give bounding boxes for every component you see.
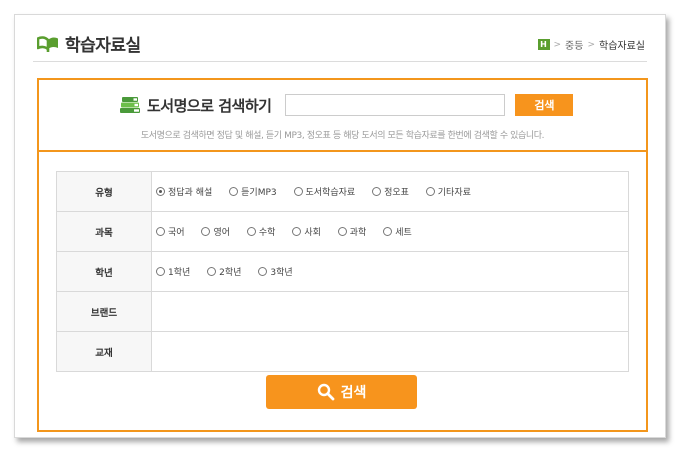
filter-row-subject: 과목 국어 영어 수학 사회 과학 세트 [56,211,629,252]
radio-label: 세트 [395,227,412,238]
search-icon [317,383,335,401]
radio-unchecked-icon[interactable] [293,186,303,196]
radio-unchecked-icon[interactable] [229,186,239,196]
open-book-logo-icon [37,35,58,52]
filter-search-button-label: 검색 [340,385,367,401]
filter-row-brand: 브랜드 [56,291,629,332]
radio-grade-1[interactable]: 1학년 [156,265,190,278]
page-title: 학습자료실 [65,36,141,56]
filter-label-textbook: 교재 [56,331,152,372]
radio-unchecked-icon[interactable] [156,266,165,276]
radio-label: 영어 [213,227,230,238]
filter-row-textbook: 교재 [56,331,629,372]
filter-options-subject: 국어 영어 수학 사회 과학 세트 [151,211,629,252]
page-header: 학습자료실 H > 중등 > 학습자료실 [33,25,647,62]
radio-unchecked-icon[interactable] [156,226,165,236]
book-search-description: 도서명으로 검색하면 정답 및 해설, 듣기 MP3, 정오표 등 해당 도서의… [140,131,545,141]
breadcrumb-item-current: 학습자료실 [599,41,645,52]
books-stack-icon [120,97,140,113]
radio-subject-social[interactable]: 사회 [292,225,321,238]
radio-unchecked-icon[interactable] [372,186,382,196]
radio-grade-3[interactable]: 3학년 [258,265,293,278]
radio-unchecked-icon[interactable] [337,226,347,236]
breadcrumb-item-middle-school[interactable]: 중등 [565,37,583,52]
radio-label: 기타자료 [437,187,471,198]
radio-label: 과학 [349,227,367,238]
radio-unchecked-icon[interactable] [201,226,211,236]
book-search-panel: 도서명으로 검색하기 검색 도서명으로 검색하면 정답 및 해설, 듣기 MP3… [37,78,648,150]
filter-options-type: 정답과 해설 듣기MP3 도서학습자료 정오표 기타자료 [151,171,629,212]
radio-type-book-materials[interactable]: 도서학습자료 [293,185,356,198]
radio-label: 정답과 해설 [168,187,213,198]
page-card: 학습자료실 H > 중등 > 학습자료실 도서명으로 검색하기 검색 도서명으로… [14,14,666,438]
radio-label: 사회 [304,227,321,238]
filter-label-subject: 과목 [56,211,152,252]
filter-label-brand: 브랜드 [56,291,152,332]
radio-subject-science[interactable]: 과학 [337,225,367,238]
home-icon[interactable]: H [537,39,550,50]
radio-grade-2[interactable]: 2학년 [207,265,241,278]
radio-unchecked-icon[interactable] [207,266,217,276]
radio-subject-korean[interactable]: 국어 [156,225,185,238]
filter-panel: 유형 정답과 해설 듣기MP3 도서학습자료 정오표 기타자료 과목 국어 영어… [37,150,648,432]
filter-table: 유형 정답과 해설 듣기MP3 도서학습자료 정오표 기타자료 과목 국어 영어… [56,171,629,372]
radio-label: 국어 [168,227,185,238]
radio-type-listening-mp3[interactable]: 듣기MP3 [229,185,277,198]
book-search-input[interactable] [285,94,506,116]
book-search-button[interactable]: 검색 [515,94,574,116]
breadcrumb: H > 중등 > 학습자료실 [537,37,645,52]
filter-options-grade: 1학년 2학년 3학년 [151,251,629,292]
radio-unchecked-icon[interactable] [292,226,302,236]
filter-label-grade: 학년 [56,251,152,292]
logo: 학습자료실 [37,31,141,56]
radio-label: 1학년 [168,267,191,278]
radio-subject-set[interactable]: 세트 [383,225,412,238]
radio-subject-english[interactable]: 영어 [201,225,230,238]
radio-label: 3학년 [270,267,293,278]
book-search-row: 도서명으로 검색하기 검색 [119,94,574,116]
filter-row-type: 유형 정답과 해설 듣기MP3 도서학습자료 정오표 기타자료 [56,171,629,212]
radio-label: 2학년 [219,267,242,278]
breadcrumb-separator-icon: > [553,39,562,50]
radio-unchecked-icon[interactable] [425,186,435,196]
radio-type-other[interactable]: 기타자료 [425,185,471,198]
radio-type-errata[interactable]: 정오표 [372,185,409,198]
filter-options-brand [151,291,629,332]
filter-row-grade: 학년 1학년 2학년 3학년 [56,251,629,292]
radio-label: 도서학습자료 [305,187,356,198]
radio-label: 듣기MP3 [241,187,277,198]
filter-label-type: 유형 [56,171,152,212]
radio-label: 수학 [258,227,276,238]
radio-label: 정오표 [384,187,409,198]
radio-unchecked-icon[interactable] [246,226,256,236]
breadcrumb-separator-icon: > [587,39,595,50]
radio-unchecked-icon[interactable] [258,266,268,276]
radio-checked-icon[interactable] [156,186,165,196]
filter-options-textbook [151,331,629,372]
radio-subject-math[interactable]: 수학 [246,225,276,238]
radio-unchecked-icon[interactable] [383,226,393,236]
radio-type-answers[interactable]: 정답과 해설 [156,185,212,198]
filter-search-button[interactable]: 검색 [266,375,417,409]
book-search-label: 도서명으로 검색하기 [147,96,272,115]
